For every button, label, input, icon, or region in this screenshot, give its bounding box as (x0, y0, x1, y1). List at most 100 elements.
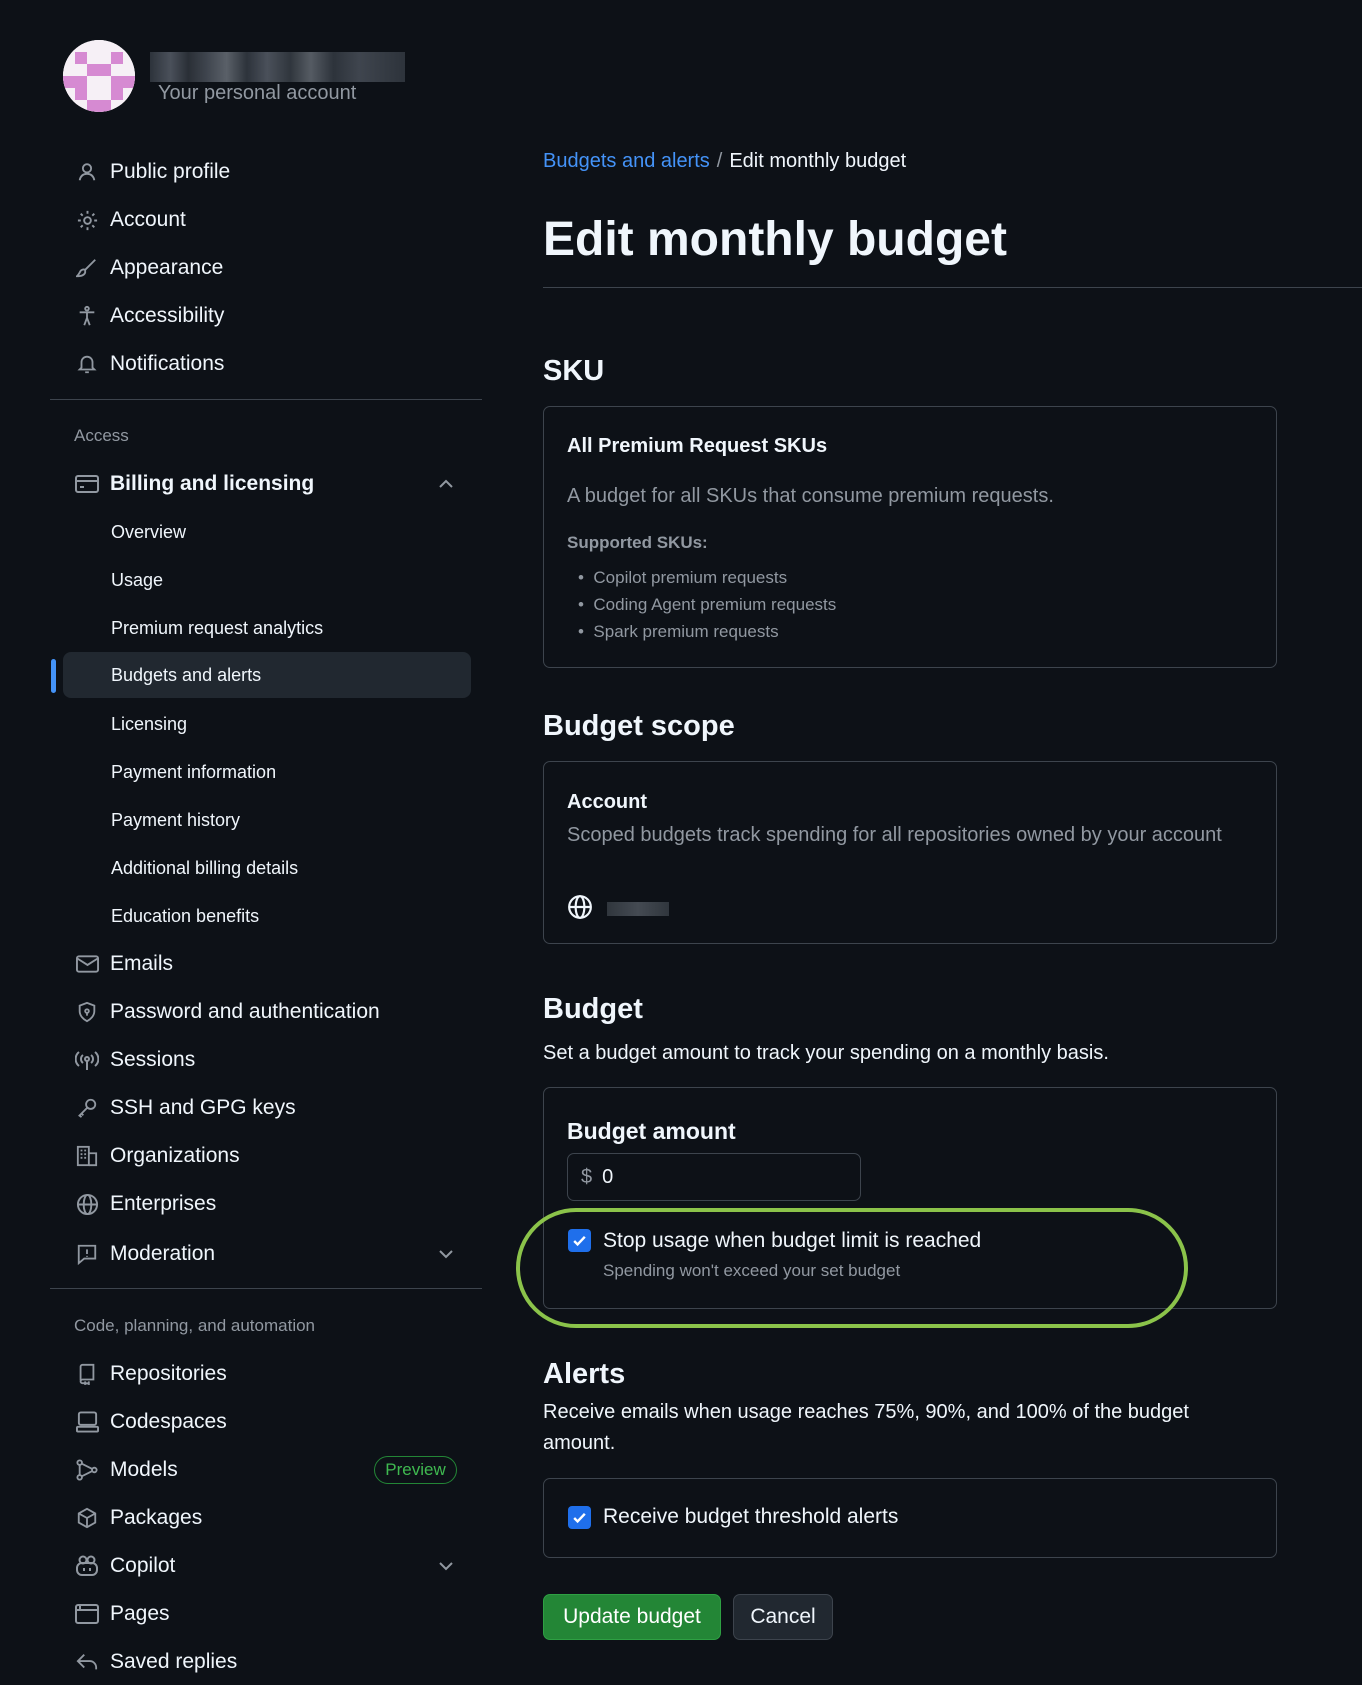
paintbrush-icon (74, 255, 100, 281)
sidebar-subitem-usage[interactable]: Usage (63, 557, 471, 603)
sidebar-item-label: Notifications (110, 352, 225, 375)
sidebar-subitem-education-benefits[interactable]: Education benefits (63, 893, 471, 939)
sidebar-item-appearance[interactable]: Appearance (50, 245, 482, 291)
sidebar-item-label: Public profile (110, 160, 231, 183)
sidebar-item-moderation[interactable]: Moderation (50, 1231, 482, 1277)
supported-skus-label: Supported SKUs: (567, 533, 708, 552)
sidebar-item-label: Sessions (110, 1048, 196, 1071)
breadcrumb: Budgets and alerts / Edit monthly budget (543, 150, 906, 173)
sidebar-item-label: Account (110, 208, 186, 231)
sidebar-item-label: Copilot (110, 1554, 176, 1577)
credit-card-icon (74, 471, 100, 497)
sidebar-item-saved-replies[interactable]: Saved replies (50, 1639, 482, 1685)
sidebar-subitem-label: Budgets and alerts (111, 664, 262, 685)
sidebar-divider (50, 399, 482, 400)
account-name-redacted (150, 52, 405, 82)
globe-icon (74, 1191, 100, 1217)
browser-icon (74, 1601, 100, 1627)
accessibility-icon (74, 303, 100, 329)
sidebar-item-password-auth[interactable]: Password and authentication (50, 989, 482, 1035)
sidebar-item-billing[interactable]: Billing and licensing (50, 461, 482, 507)
sidebar-subitem-licensing[interactable]: Licensing (63, 701, 471, 747)
sidebar-item-public-profile[interactable]: Public profile (50, 149, 482, 195)
sidebar-item-label: Repositories (110, 1362, 227, 1385)
sidebar-subitem-additional-billing[interactable]: Additional billing details (63, 845, 471, 891)
breadcrumb-current: Edit monthly budget (729, 150, 907, 172)
sidebar-item-ssh-gpg[interactable]: SSH and GPG keys (50, 1085, 482, 1131)
threshold-alerts-checkbox[interactable] (568, 1506, 591, 1529)
sidebar-item-label: Codespaces (110, 1410, 227, 1433)
sidebar-subitem-premium-analytics[interactable]: Premium request analytics (63, 605, 471, 651)
budget-amount-value: 0 (602, 1165, 614, 1188)
sidebar-item-notifications[interactable]: Notifications (50, 341, 482, 387)
sidebar-item-label: Organizations (110, 1144, 240, 1167)
chevron-up-icon[interactable] (436, 474, 456, 494)
sidebar-item-copilot[interactable]: Copilot (50, 1543, 482, 1589)
sidebar-subitem-label: Premium request analytics (111, 617, 324, 638)
update-budget-button[interactable]: Update budget (543, 1594, 721, 1640)
sidebar-subitem-budgets-alerts[interactable]: Budgets and alerts (63, 652, 471, 698)
shield-lock-icon (74, 999, 100, 1025)
key-icon (74, 1095, 100, 1121)
budget-heading: Budget (543, 993, 643, 1025)
chevron-down-icon[interactable] (436, 1556, 456, 1576)
sidebar-item-label: Saved replies (110, 1650, 238, 1673)
repo-icon (74, 1361, 100, 1387)
account-subtitle: Your personal account (158, 82, 357, 104)
scope-heading: Budget scope (543, 710, 735, 742)
sku-description: A budget for all SKUs that consume premi… (567, 485, 1054, 507)
sku-list-item: • Spark premium requests (578, 622, 779, 641)
breadcrumb-parent-link[interactable]: Budgets and alerts (543, 150, 710, 172)
threshold-alerts-label[interactable]: Receive budget threshold alerts (603, 1505, 898, 1529)
sidebar-subitem-label: Additional billing details (111, 857, 299, 878)
sidebar-item-label: Packages (110, 1506, 203, 1529)
avatar[interactable] (63, 40, 135, 112)
sidebar-item-label: Appearance (110, 256, 224, 279)
sidebar-subitem-payment-history[interactable]: Payment history (63, 797, 471, 843)
cancel-button[interactable]: Cancel (733, 1594, 833, 1640)
sidebar-subitem-label: Payment information (111, 761, 277, 782)
chevron-down-icon[interactable] (436, 1244, 456, 1264)
scope-title: Account (567, 791, 647, 813)
sidebar-item-pages[interactable]: Pages (50, 1591, 482, 1637)
sidebar-item-organizations[interactable]: Organizations (50, 1133, 482, 1179)
sidebar-item-label: Models (110, 1458, 178, 1481)
models-icon (74, 1457, 100, 1483)
sidebar-item-label: Moderation (110, 1242, 216, 1265)
sku-title: All Premium Request SKUs (567, 435, 828, 457)
sku-list-item: • Coding Agent premium requests (578, 595, 837, 614)
sidebar-item-enterprises[interactable]: Enterprises (50, 1181, 482, 1227)
organization-icon (74, 1143, 100, 1169)
currency-symbol: $ (581, 1165, 593, 1188)
highlight-annotation (516, 1208, 1188, 1328)
sidebar-item-sessions[interactable]: Sessions (50, 1037, 482, 1083)
sidebar-subitem-overview[interactable]: Overview (63, 509, 471, 555)
scope-card (543, 761, 1277, 944)
page-title: Edit monthly budget (543, 213, 1007, 266)
mail-icon (74, 951, 100, 977)
active-indicator (51, 659, 56, 693)
sidebar-item-label: Pages (110, 1602, 170, 1625)
sidebar-item-label: SSH and GPG keys (110, 1096, 296, 1119)
reply-icon (74, 1649, 100, 1675)
sidebar-subitem-payment-information[interactable]: Payment information (63, 749, 471, 795)
sku-list-item: • Copilot premium requests (578, 568, 788, 587)
sidebar-subitem-label: Overview (111, 521, 187, 542)
sidebar-item-codespaces[interactable]: Codespaces (50, 1399, 482, 1445)
sidebar-item-emails[interactable]: Emails (50, 941, 482, 987)
person-icon (74, 159, 100, 185)
sidebar-section-code: Code, planning, and automation (74, 1316, 316, 1335)
bell-icon (74, 351, 100, 377)
copilot-icon (74, 1553, 100, 1579)
sidebar-item-accessibility[interactable]: Accessibility (50, 293, 482, 339)
package-icon (74, 1505, 100, 1531)
sidebar-item-packages[interactable]: Packages (50, 1495, 482, 1541)
budget-description: Set a budget amount to track your spendi… (543, 1042, 1109, 1064)
supported-skus-list: • Copilot premium requests • Coding Agen… (578, 564, 836, 645)
codespaces-icon (74, 1409, 100, 1435)
sidebar-item-label: Accessibility (110, 304, 225, 327)
sidebar-item-account[interactable]: Account (50, 197, 482, 243)
budget-amount-input[interactable]: $ 0 (567, 1153, 861, 1201)
sidebar-item-label: Emails (110, 952, 174, 975)
sidebar-item-repositories[interactable]: Repositories (50, 1351, 482, 1397)
